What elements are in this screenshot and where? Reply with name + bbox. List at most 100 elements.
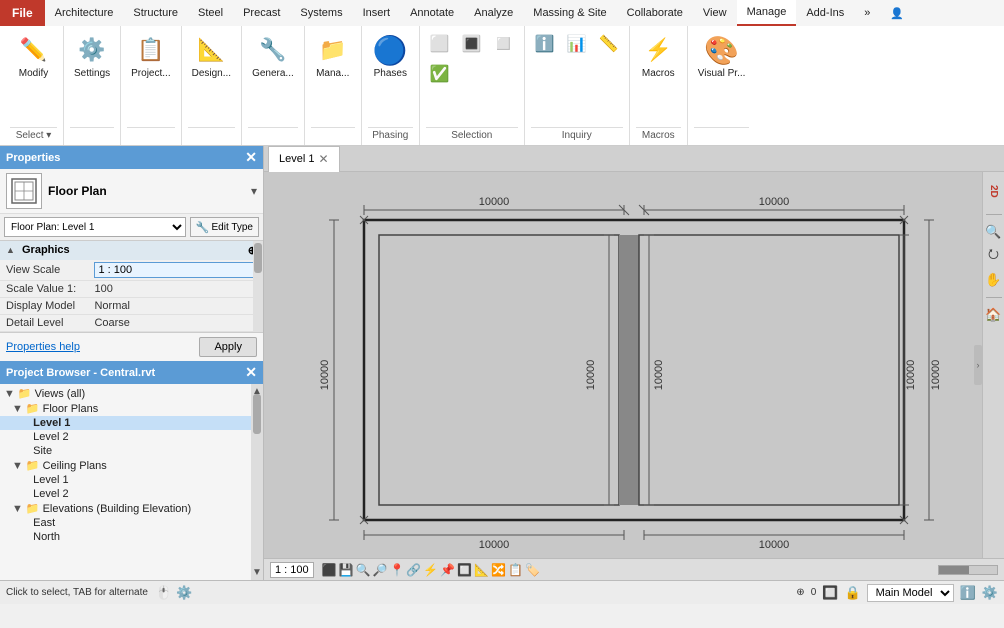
menu-collaborate[interactable]: Collaborate (617, 0, 693, 26)
canvas-icon-ruler[interactable]: 📐 (474, 563, 489, 577)
menu-massing[interactable]: Massing & Site (523, 0, 616, 26)
canvas-icon-square[interactable]: ⬛ (322, 563, 337, 577)
browser-scroll-down-icon[interactable]: ▼ (252, 567, 262, 578)
graphics-section-arrow-icon[interactable]: ▲ (6, 245, 15, 255)
menu-precast[interactable]: Precast (233, 0, 290, 26)
canvas-icon-box[interactable]: 🔲 (457, 563, 472, 577)
menu-more[interactable]: » (854, 0, 880, 26)
browser-scroll-thumb (253, 394, 261, 434)
status-coord-label: ⊕ (796, 587, 804, 598)
selection-icon-3: ◻️ (492, 32, 516, 56)
canvas-collapse-handle[interactable]: › (974, 345, 982, 385)
properties-close-icon[interactable]: ✕ (245, 149, 257, 166)
selection-btn-3[interactable]: ◻️ (490, 30, 518, 58)
tree-site-floor[interactable]: Site (0, 444, 251, 458)
selection-btn-4[interactable]: ✅ (426, 60, 454, 88)
tree-floor-plans[interactable]: ▼ 📁 Floor Plans (0, 401, 251, 416)
tree-elevations[interactable]: ▼ 📁 Elevations (Building Elevation) (0, 501, 251, 516)
phases-button[interactable]: 🔵 Phases (368, 30, 412, 84)
project-button[interactable]: 📋 Project... (127, 30, 174, 84)
canvas-tab-close-icon[interactable]: ✕ (318, 152, 328, 166)
canvas-icon-tag[interactable]: 🏷️ (525, 563, 540, 577)
canvas-scale-label[interactable]: 1 : 100 (270, 562, 314, 578)
tree-east[interactable]: East (0, 516, 251, 530)
floor-plans-label: Floor Plans (43, 403, 99, 415)
option-2d-icon[interactable]: 2D (985, 176, 1003, 206)
status-settings-icon[interactable]: ⚙️ (176, 585, 192, 601)
status-coord-value: 0 (811, 587, 817, 598)
views-all-label: Views (all) (35, 388, 86, 400)
tree-level1-floor[interactable]: Level 1 (0, 416, 251, 430)
level1-ceiling-label: Level 1 (33, 474, 68, 486)
selection-btn-1[interactable]: ⬜ (426, 30, 454, 58)
floor-plan-dropdown-arrow[interactable]: ▾ (251, 184, 257, 198)
inquiry-btn-3[interactable]: 📏 (595, 30, 623, 58)
genera-icon: 🔧 (257, 34, 289, 66)
option-zoom-icon[interactable]: 🔍 (985, 223, 1003, 241)
menu-addins[interactable]: Add-Ins (796, 0, 854, 26)
tree-north[interactable]: North (0, 530, 251, 544)
canvas-icon-zoom1[interactable]: 🔍 (356, 563, 371, 577)
visual-icon: 🎨 (706, 34, 738, 66)
macros-button[interactable]: ⚡ Macros (636, 30, 680, 84)
canvas-icon-pin[interactable]: 📍 (389, 563, 404, 577)
canvas-icon-shuffle[interactable]: 🔀 (491, 563, 506, 577)
file-menu[interactable]: File (0, 0, 45, 26)
menu-view[interactable]: View (693, 0, 737, 26)
option-house-icon[interactable]: 🏠 (985, 306, 1003, 324)
tree-level2-ceiling[interactable]: Level 2 (0, 487, 251, 501)
menu-analyze[interactable]: Analyze (464, 0, 523, 26)
canvas-icon-save[interactable]: 💾 (339, 563, 354, 577)
project-browser-close-icon[interactable]: ✕ (245, 364, 257, 381)
canvas-tab-level1[interactable]: Level 1 ✕ (268, 146, 340, 172)
canvas-icon-bolt[interactable]: ⚡ (423, 563, 438, 577)
menu-insert[interactable]: Insert (353, 0, 401, 26)
canvas-view[interactable]: 10000 10000 10000 (264, 172, 1004, 558)
canvas-icon-link[interactable]: 🔗 (406, 563, 421, 577)
selection-btn-2[interactable]: 🔳 (458, 30, 486, 58)
menu-manage[interactable]: Manage (737, 0, 797, 26)
properties-scrollbar[interactable] (253, 241, 263, 332)
menu-user[interactable]: 👤 (880, 0, 914, 26)
canvas-icon-zoom2[interactable]: 🔎 (373, 563, 388, 577)
manage-button[interactable]: 📁 Mana... (311, 30, 355, 84)
properties-help-link[interactable]: Properties help (6, 341, 193, 353)
design-button[interactable]: 📐 Design... (188, 30, 235, 84)
modify-button[interactable]: ✏️ Modify (12, 30, 56, 84)
canvas-icon-clip[interactable]: 📌 (440, 563, 455, 577)
main-model-select[interactable]: Main Model (867, 584, 954, 602)
graphics-section-header: ▲ Graphics ⊕ (0, 241, 263, 260)
settings-button[interactable]: ⚙️ Settings (70, 30, 114, 84)
ribbon-group-project: 📋 Project... (121, 26, 181, 145)
status-settings2-icon[interactable]: ⚙️ (982, 585, 998, 601)
visual-button[interactable]: 🎨 Visual Pr... (694, 30, 750, 84)
views-all-expand-icon: ▼ (4, 388, 15, 400)
canvas-icon-clipboard[interactable]: 📋 (508, 563, 523, 577)
menu-systems[interactable]: Systems (290, 0, 352, 26)
edit-type-button[interactable]: 🔧 Edit Type (190, 217, 259, 237)
canvas-tabs: Level 1 ✕ (264, 146, 1004, 172)
svg-text:10000: 10000 (759, 539, 790, 550)
menu-architecture[interactable]: Architecture (45, 0, 124, 26)
elevations-label: Elevations (Building Elevation) (43, 503, 192, 515)
option-orbit-icon[interactable]: ⭮ (985, 247, 1003, 265)
menu-annotate[interactable]: Annotate (400, 0, 464, 26)
apply-button[interactable]: Apply (199, 337, 257, 357)
select-arrow-icon[interactable]: ▾ (46, 130, 51, 141)
floor-plan-instance-select[interactable]: Floor Plan: Level 1 (4, 217, 186, 237)
menu-steel[interactable]: Steel (188, 0, 233, 26)
genera-button[interactable]: 🔧 Genera... (248, 30, 298, 84)
view-scale-value[interactable] (88, 260, 263, 281)
option-pan-icon[interactable]: ✋ (985, 271, 1003, 289)
inquiry-btn-2[interactable]: 📊 (563, 30, 591, 58)
inquiry-btn-1[interactable]: ℹ️ (531, 30, 559, 58)
canvas-bottom-icon-group: ⬛ 💾 🔍 🔎 📍 🔗 ⚡ 📌 🔲 📐 🔀 📋 🏷️ (322, 563, 540, 577)
view-scale-input[interactable] (94, 262, 257, 278)
browser-scrollbar[interactable]: ▲ ▼ (251, 384, 263, 580)
tree-ceiling-plans[interactable]: ▼ 📁 Ceiling Plans (0, 458, 251, 473)
status-info-icon[interactable]: ℹ️ (960, 585, 976, 601)
tree-level2-floor[interactable]: Level 2 (0, 430, 251, 444)
tree-level1-ceiling[interactable]: Level 1 (0, 473, 251, 487)
tree-views-all[interactable]: ▼ 📁 Views (all) (0, 386, 251, 401)
menu-structure[interactable]: Structure (123, 0, 188, 26)
